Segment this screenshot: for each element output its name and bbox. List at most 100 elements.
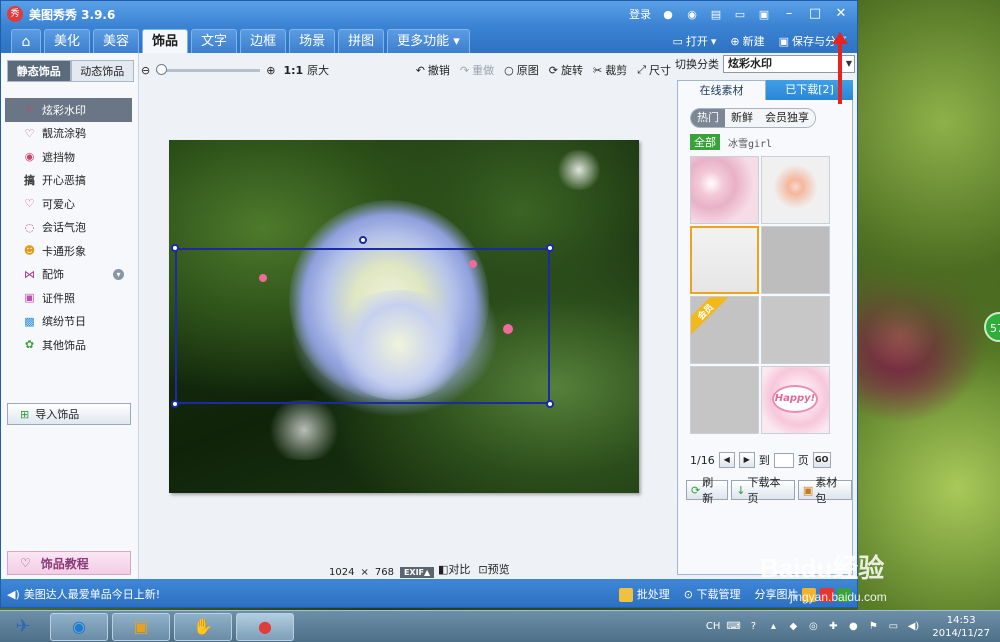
zoom-in-icon[interactable]: ⊕ xyxy=(266,64,275,77)
keyboard-icon[interactable]: ⌨ xyxy=(726,620,740,634)
tab-decorations[interactable]: 饰品 xyxy=(142,29,189,53)
network-icon[interactable]: ▴ xyxy=(766,620,780,634)
security-icon[interactable]: ◎ xyxy=(806,620,820,634)
rotate-handle[interactable] xyxy=(359,236,367,244)
material-thumbnail[interactable] xyxy=(690,156,759,224)
tab-dynamic-decorations[interactable]: 动态饰品 xyxy=(70,60,134,82)
original-size-button[interactable]: 原大 xyxy=(307,62,329,78)
resize-handle-top-right[interactable] xyxy=(546,244,554,252)
filter-vip[interactable]: 会员独享 xyxy=(759,109,815,127)
category-user-link[interactable]: 冰雪girl xyxy=(728,135,772,150)
maximize-button[interactable]: □ xyxy=(807,6,823,22)
refresh-button[interactable]: ⟳ 刷新 xyxy=(686,476,729,505)
image-canvas[interactable] xyxy=(141,85,671,555)
material-thumbnail[interactable] xyxy=(761,226,830,294)
category-accessories[interactable]: ⋈ 配饰 ▾ xyxy=(1,263,138,287)
plus-tray-icon[interactable]: ✚ xyxy=(826,620,840,634)
tab-more[interactable]: 更多功能 ▾ xyxy=(387,29,470,53)
message-icon[interactable]: ▭ xyxy=(733,7,747,21)
redo-button[interactable]: ↷ 重做 xyxy=(460,62,494,78)
minimize-button[interactable]: – xyxy=(781,6,797,22)
category-all-badge[interactable]: 全部 xyxy=(690,134,720,150)
material-thumbnail[interactable]: Happy! xyxy=(761,366,830,434)
start-button[interactable]: ✈ xyxy=(0,612,46,642)
zoom-ratio-button[interactable]: 1:1 xyxy=(283,64,303,77)
tab-beauty[interactable]: 美容 xyxy=(93,29,140,53)
screen-icon[interactable]: ▭ xyxy=(886,620,900,634)
material-thumbnail[interactable] xyxy=(761,156,830,224)
undo-button[interactable]: ↶ 撤销 xyxy=(416,62,450,78)
next-page-button[interactable]: ▶ xyxy=(738,452,755,468)
taskbar-package[interactable]: ▣ xyxy=(112,612,170,641)
prev-page-button[interactable]: ◀ xyxy=(718,452,735,468)
tab-beautify[interactable]: 美化 xyxy=(44,29,91,53)
crop-button[interactable]: ✂ 裁剪 xyxy=(593,62,627,78)
qq-icon[interactable]: ● xyxy=(661,7,675,21)
batch-process-button[interactable]: 批处理 xyxy=(619,586,670,602)
material-thumbnail[interactable] xyxy=(761,296,830,364)
preview-button[interactable]: ⊡预览 xyxy=(478,561,509,577)
download-manager-button[interactable]: ⊙ 下载管理 xyxy=(684,586,741,602)
category-cartoon[interactable]: ☻ 卡通形象 xyxy=(1,239,138,263)
category-cover[interactable]: ◉ 遮挡物 xyxy=(1,145,138,169)
zoom-slider-thumb[interactable] xyxy=(156,63,168,75)
page-number-input[interactable] xyxy=(773,452,794,468)
material-pack-button[interactable]: ▣ 素材包 xyxy=(797,476,853,505)
import-decoration-button[interactable]: ⊞ 导入饰品 xyxy=(7,403,131,425)
size-button[interactable]: ⤢ 尺寸 xyxy=(637,62,671,78)
input-language[interactable]: CH xyxy=(706,621,721,632)
taskbar-handshake[interactable]: ✋ xyxy=(174,612,232,641)
category-others[interactable]: ✿ 其他饰品 xyxy=(1,333,138,357)
category-id-photo[interactable]: ▣ 证件照 xyxy=(1,286,138,310)
category-funny[interactable]: 搞开心恶搞 xyxy=(1,169,138,193)
tab-online-materials[interactable]: 在线素材 xyxy=(677,80,766,100)
filter-hot[interactable]: 热门 xyxy=(691,109,725,127)
taskbar-browser[interactable]: ◉ xyxy=(50,612,108,641)
category-select[interactable]: 炫彩水印 xyxy=(723,55,855,73)
tab-text[interactable]: 文字 xyxy=(191,29,238,53)
taskbar-meitu[interactable]: ● xyxy=(236,612,294,641)
tab-collage[interactable]: 拼图 xyxy=(338,29,385,53)
filter-new[interactable]: 新鲜 xyxy=(725,109,759,127)
settings-icon[interactable]: ▣ xyxy=(757,7,771,21)
photo-hydrangea[interactable] xyxy=(169,140,639,493)
download-page-button[interactable]: ↓ 下载本页 xyxy=(731,476,795,505)
category-cute-heart[interactable]: ♡ 可爱心 xyxy=(1,192,138,216)
new-button[interactable]: ⊕ 新建 xyxy=(730,33,764,49)
expand-icon[interactable]: ▾ xyxy=(113,268,124,280)
compare-button[interactable]: ◧对比 xyxy=(438,561,470,577)
resize-handle-top-left[interactable] xyxy=(171,244,179,252)
material-thumbnail-selected[interactable] xyxy=(690,226,759,294)
close-button[interactable]: ✕ xyxy=(833,6,849,22)
promo-message[interactable]: 美图达人最爱单品今日上新! xyxy=(24,586,160,602)
system-clock[interactable]: 14:53 2014/11/27 xyxy=(932,614,990,640)
flag-icon[interactable]: ⚑ xyxy=(866,620,880,634)
resize-handle-bottom-left[interactable] xyxy=(171,400,179,408)
exif-button[interactable]: EXIF▲ xyxy=(399,567,435,578)
login-link[interactable]: 登录 xyxy=(629,6,651,22)
skin-icon[interactable]: ▤ xyxy=(709,7,723,21)
zoom-slider[interactable] xyxy=(156,63,261,75)
go-button[interactable]: GO xyxy=(812,452,831,468)
volume-icon[interactable]: ◀) xyxy=(906,620,920,634)
help-icon[interactable]: ? xyxy=(746,620,760,634)
category-colorful-watermark[interactable]: ✧ 炫彩水印 xyxy=(5,98,132,122)
antivirus-icon[interactable]: ◆ xyxy=(786,620,800,634)
material-thumbnail[interactable]: 会员 xyxy=(690,296,759,364)
qq-tray-icon[interactable]: ● xyxy=(846,620,860,634)
original-image-button[interactable]: ○ 原图 xyxy=(504,62,539,78)
tab-home[interactable]: ⌂ xyxy=(11,29,41,53)
category-festival[interactable]: ▩ 缤纷节日 xyxy=(1,310,138,334)
tab-frame[interactable]: 边框 xyxy=(240,29,287,53)
selection-box[interactable] xyxy=(171,236,554,408)
material-thumbnail[interactable] xyxy=(690,366,759,434)
tab-scene[interactable]: 场景 xyxy=(289,29,336,53)
resize-handle-bottom-right[interactable] xyxy=(546,400,554,408)
category-graffiti[interactable]: ♡ 靓流涂鸦 xyxy=(1,122,138,146)
category-speech-bubble[interactable]: ◌ 会话气泡 xyxy=(1,216,138,240)
tab-static-decorations[interactable]: 静态饰品 xyxy=(7,60,71,82)
open-button[interactable]: ▭ 打开 ▾ xyxy=(672,33,716,49)
weibo-icon[interactable]: ◉ xyxy=(685,7,699,21)
zoom-out-icon[interactable]: ⊖ xyxy=(141,64,150,77)
decoration-tutorial-button[interactable]: ♡ 饰品教程 xyxy=(7,551,131,575)
